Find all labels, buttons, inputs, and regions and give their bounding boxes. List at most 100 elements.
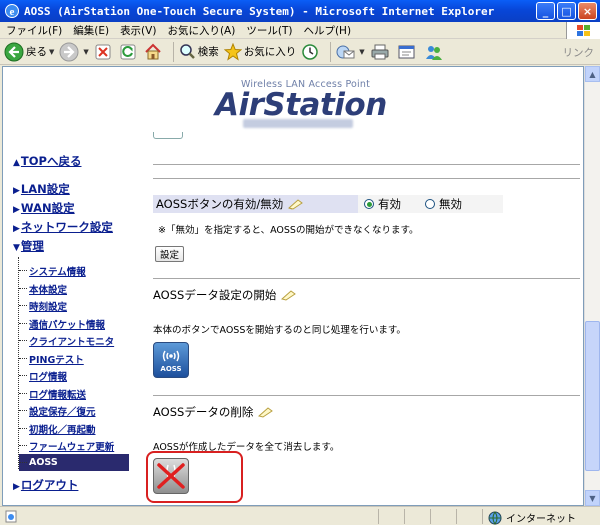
nav-admin[interactable]: ▼管理: [13, 238, 44, 254]
help-icon[interactable]: [288, 198, 304, 210]
nav-lan-label[interactable]: LAN設定: [21, 182, 70, 196]
forward-button[interactable]: ▼: [59, 42, 89, 62]
partial-button-top[interactable]: [153, 132, 183, 139]
nav-logout-label[interactable]: ログアウト: [21, 478, 79, 492]
menu-view[interactable]: 表示(V): [120, 23, 156, 38]
nav-sub-item[interactable]: 時刻設定: [19, 297, 67, 314]
section-divider: [153, 164, 580, 165]
edit-document-icon: [398, 45, 415, 58]
scroll-up-icon[interactable]: ▲: [585, 66, 600, 82]
toggle-note: ※「無効」を指定すると、AOSSの開始ができなくなります。: [158, 225, 419, 236]
menu-file[interactable]: ファイル(F): [6, 23, 62, 38]
settings-submit-button[interactable]: 設定: [155, 246, 185, 262]
radio-enable[interactable]: [364, 199, 374, 209]
zone-label: インターネット: [506, 514, 576, 525]
messenger-icon: [425, 45, 442, 60]
home-button[interactable]: [144, 43, 164, 61]
nav-sub-item[interactable]: ログ情報: [19, 367, 67, 384]
stop-button[interactable]: [94, 43, 114, 61]
triangle-up-icon: ▲: [13, 158, 20, 168]
nav-network-label[interactable]: ネットワーク設定: [21, 220, 113, 234]
nav-top-link[interactable]: ▲TOPへ戻る: [13, 153, 81, 169]
nav-sub-item[interactable]: 本体設定: [19, 280, 67, 297]
nav-sub-item[interactable]: 初期化／再起動: [19, 420, 96, 437]
status-divider: [404, 509, 405, 524]
menu-bar: ファイル(F) 編集(E) 表示(V) お気に入り(A) ツール(T) ヘルプ(…: [0, 22, 600, 39]
nav-top-label[interactable]: TOPへ戻る: [21, 154, 82, 168]
menu-help[interactable]: ヘルプ(H): [303, 23, 351, 38]
aoss-start-button[interactable]: AOSS: [153, 342, 189, 378]
print-button[interactable]: [370, 43, 392, 61]
nav-logout[interactable]: ▶ログアウト: [13, 477, 78, 493]
edit-button[interactable]: [397, 43, 419, 61]
forward-arrow-icon: [59, 42, 79, 61]
home-icon: [145, 43, 161, 59]
messenger-button[interactable]: [424, 43, 446, 61]
favorites-button[interactable]: お気に入り: [223, 42, 296, 61]
help-icon[interactable]: [281, 289, 297, 301]
nav-sub-item[interactable]: システム情報: [19, 262, 86, 279]
radio-enable-label[interactable]: 有効: [378, 196, 401, 212]
window-title: AOSS (AirStation One-Touch Secure System…: [24, 4, 495, 18]
aoss-button-text: AOSS: [160, 365, 181, 373]
triangle-right-icon: ▶: [13, 482, 20, 492]
triangle-right-icon: ▶: [13, 186, 20, 196]
back-button[interactable]: 戻る ▼: [4, 42, 54, 62]
stop-icon: [95, 44, 111, 59]
triangle-right-icon: ▶: [13, 224, 20, 234]
links-label[interactable]: リンク: [563, 45, 595, 60]
close-button[interactable]: ×: [578, 2, 597, 20]
security-zone: インターネット: [488, 510, 576, 525]
triangle-right-icon: ▶: [13, 205, 20, 215]
search-label: 検索: [197, 46, 219, 58]
status-divider: [430, 509, 431, 524]
mail-button[interactable]: ▼: [335, 43, 365, 61]
ie-logo-icon: e: [5, 4, 19, 18]
vertical-scrollbar[interactable]: ▲ ▼: [584, 66, 600, 506]
nav-sub-item[interactable]: ログ情報転送: [19, 385, 86, 402]
chevron-down-icon: ▼: [359, 47, 365, 56]
aoss-toggle-label: AOSSボタンの有効/無効: [153, 195, 358, 213]
radio-disable[interactable]: [425, 199, 435, 209]
history-icon: [302, 43, 319, 60]
search-button[interactable]: 検索: [178, 43, 219, 61]
radio-disable-label[interactable]: 無効: [439, 196, 462, 212]
help-icon[interactable]: [258, 406, 274, 418]
airstation-logo: AirStation: [215, 87, 387, 123]
menu-edit[interactable]: 編集(E): [73, 23, 109, 38]
nav-admin-label[interactable]: 管理: [21, 239, 44, 253]
nav-lan[interactable]: ▶LAN設定: [13, 181, 70, 197]
browser-toolbar: 戻る ▼ ▼ 検索 お気に入り ▼ リンク: [0, 39, 600, 65]
minimize-button[interactable]: _: [536, 2, 555, 20]
nav-sub-item[interactable]: PINGテスト: [19, 350, 84, 367]
nav-network[interactable]: ▶ネットワーク設定: [13, 219, 113, 235]
window-titlebar: e AOSS (AirStation One-Touch Secure Syst…: [0, 0, 600, 22]
menu-favorites[interactable]: お気に入り(A): [167, 23, 235, 38]
page-viewport: Wireless LAN Access Point AirStation ▲TO…: [2, 66, 584, 506]
status-bar: インターネット: [0, 506, 600, 525]
nav-sub-item[interactable]: ファームウェア更新: [19, 437, 114, 454]
section-divider: [153, 178, 580, 179]
nav-wan-label[interactable]: WAN設定: [21, 201, 75, 215]
refresh-button[interactable]: [119, 43, 139, 61]
aoss-start-title: AOSSデータ設定の開始: [153, 287, 297, 303]
history-button[interactable]: [301, 43, 321, 61]
back-arrow-icon: [4, 42, 24, 61]
highlight-frame: [146, 451, 243, 503]
nav-sub-item[interactable]: クライアントモニタ: [19, 332, 114, 349]
refresh-icon: [120, 44, 136, 59]
chevron-down-icon: ▼: [49, 47, 55, 56]
menu-tools[interactable]: ツール(T): [246, 23, 292, 38]
nav-sub-item[interactable]: 通信パケット情報: [19, 315, 105, 332]
scroll-down-icon[interactable]: ▼: [585, 490, 600, 506]
nav-wan[interactable]: ▶WAN設定: [13, 200, 75, 216]
page-icon: [5, 510, 17, 523]
toolbar-separator: [172, 41, 174, 62]
scroll-thumb[interactable]: [585, 321, 600, 471]
svg-text:e: e: [10, 6, 15, 18]
maximize-button[interactable]: □: [557, 2, 576, 20]
print-icon: [371, 44, 389, 59]
toolbar-separator: [330, 41, 332, 62]
nav-sub-item[interactable]: 設定保存／復元: [19, 402, 96, 419]
nav-sub-item-active[interactable]: AOSS: [19, 454, 129, 471]
